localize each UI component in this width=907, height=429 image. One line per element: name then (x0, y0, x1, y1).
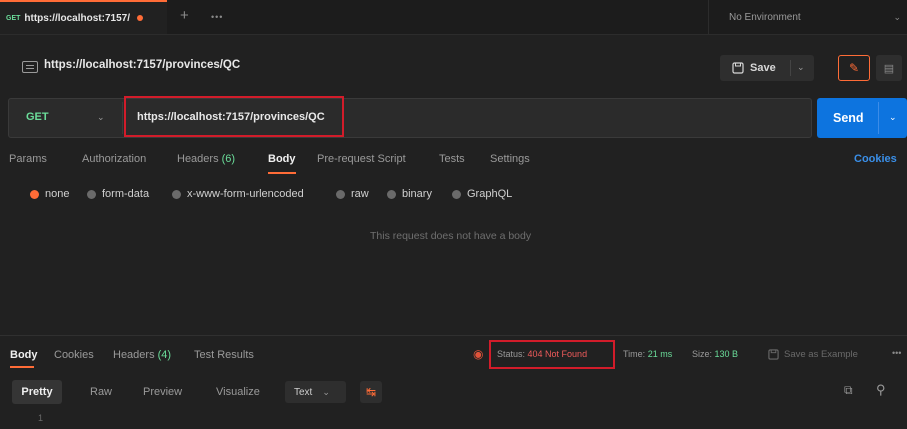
response-time[interactable]: Time: 21 ms (623, 349, 672, 359)
response-tab-headers[interactable]: Headers (4) (113, 349, 171, 361)
request-title[interactable]: https://localhost:7157/provinces/QC (44, 59, 240, 71)
time-label: Time: (623, 349, 646, 359)
chevron-down-icon[interactable]: ⌄ (97, 112, 105, 123)
radio-form-data[interactable]: form-data (87, 188, 149, 200)
response-more-button[interactable]: ••• (892, 348, 901, 358)
radio-raw[interactable]: raw (336, 188, 369, 200)
floppy-disk-icon (768, 349, 779, 360)
tab-title: https://localhost:7157/ (24, 12, 130, 24)
view-raw-button[interactable]: Raw (90, 386, 112, 398)
cookies-link[interactable]: Cookies (854, 153, 897, 165)
size-label: Size: (692, 349, 713, 359)
tab-headers[interactable]: Headers (6) (177, 153, 235, 165)
method-divider (122, 102, 123, 134)
chevron-down-icon: ⌄ (322, 386, 330, 397)
view-pretty-button[interactable]: Pretty (12, 380, 62, 404)
format-select[interactable]: Text ⌄ (285, 381, 346, 403)
tab-headers-count: (6) (221, 153, 236, 165)
view-preview-button[interactable]: Preview (143, 386, 182, 398)
radio-icon (336, 189, 345, 199)
tab-method-label: GET (6, 14, 21, 22)
request-tab-active[interactable]: GET https://localhost:7157/ (0, 0, 167, 34)
active-tab-underline (10, 366, 34, 368)
tab-pre-request-script[interactable]: Pre-request Script (317, 153, 406, 165)
tab-authorization[interactable]: Authorization (82, 153, 146, 165)
radio-binary[interactable]: binary (387, 188, 432, 200)
response-tab-headers-label: Headers (113, 349, 155, 361)
view-visualize-button[interactable]: Visualize (216, 386, 260, 398)
save-divider (790, 60, 791, 76)
chevron-down-icon[interactable]: ⌄ (797, 62, 805, 73)
new-tab-button[interactable]: + (180, 8, 189, 23)
environment-label: No Environment (729, 11, 801, 23)
environment-selector[interactable]: No Environment (708, 0, 907, 34)
documentation-icon[interactable]: ▤ (876, 55, 902, 81)
no-body-message: This request does not have a body (370, 230, 532, 242)
tab-headers-label: Headers (177, 153, 219, 165)
search-icon[interactable]: ⚲ (876, 382, 886, 398)
tab-params[interactable]: Params (9, 153, 47, 165)
pencil-icon[interactable]: ✎ (838, 55, 870, 81)
radio-none[interactable]: none (30, 188, 69, 200)
radio-label: x-www-form-urlencoded (187, 188, 304, 200)
save-as-example-button[interactable]: Save as Example (768, 349, 858, 360)
http-request-icon (22, 61, 38, 73)
method-select[interactable]: GET (26, 111, 49, 123)
radio-x-www-form-urlencoded[interactable]: x-www-form-urlencoded (172, 188, 304, 200)
radio-graphql[interactable]: GraphQL (452, 188, 512, 200)
radio-label: form-data (102, 188, 150, 200)
radio-selected-icon (30, 189, 39, 199)
chevron-down-icon[interactable]: ⌄ (889, 112, 897, 123)
status-highlight-box (489, 340, 615, 369)
chevron-down-icon[interactable]: ⌄ (893, 12, 901, 23)
response-size[interactable]: Size: 130 B (692, 349, 738, 359)
unsaved-dot-icon (136, 15, 143, 21)
save-label: Save (750, 62, 776, 74)
response-divider[interactable] (0, 335, 907, 336)
radio-icon (452, 189, 461, 199)
floppy-disk-icon (732, 62, 744, 74)
radio-icon (172, 189, 181, 199)
response-tab-test-results[interactable]: Test Results (194, 349, 254, 361)
copy-icon[interactable]: ⧉ (844, 383, 853, 398)
response-tab-body[interactable]: Body (10, 349, 38, 361)
radio-icon (87, 189, 96, 199)
tab-body[interactable]: Body (268, 153, 296, 165)
send-divider (878, 102, 879, 134)
active-tab-underline (268, 172, 296, 174)
format-label: Text (294, 386, 313, 398)
size-value: 130 B (714, 349, 739, 359)
radio-icon (387, 189, 396, 199)
response-tab-headers-count: (4) (157, 349, 172, 361)
radio-label: raw (351, 188, 369, 200)
send-label[interactable]: Send (833, 111, 864, 125)
tab-more-button[interactable]: ••• (211, 12, 223, 22)
globe-icon[interactable]: ◉ (473, 347, 483, 361)
wrap-lines-icon[interactable]: ↹ (360, 381, 382, 403)
radio-label: binary (402, 188, 432, 200)
response-tab-cookies[interactable]: Cookies (54, 349, 94, 361)
url-highlight-box (124, 96, 344, 137)
radio-label: GraphQL (467, 188, 513, 200)
save-as-example-label: Save as Example (784, 349, 858, 360)
tab-tests[interactable]: Tests (439, 153, 465, 165)
line-number: 1 (38, 413, 44, 423)
tab-settings[interactable]: Settings (490, 153, 530, 165)
time-value: 21 ms (647, 349, 673, 359)
radio-label: none (45, 188, 70, 200)
